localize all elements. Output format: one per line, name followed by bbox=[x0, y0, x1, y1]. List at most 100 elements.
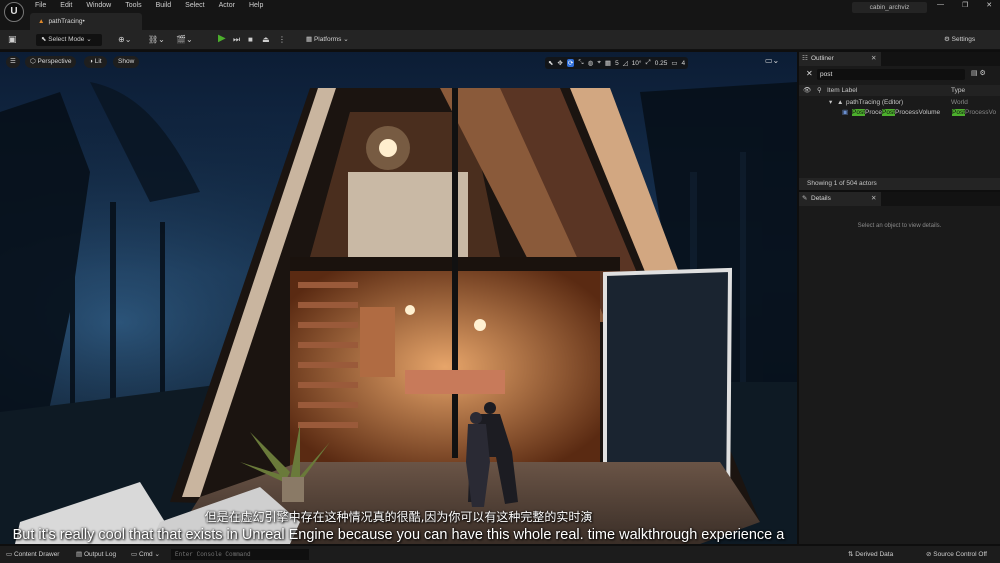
tab-label: pathTracing• bbox=[48, 18, 85, 25]
stop-icon[interactable]: ■ bbox=[248, 34, 253, 46]
minimize-button[interactable]: — bbox=[937, 1, 944, 9]
outliner-panel: ☷ Outliner ✕ ✕ ▤ ⚙ 👁 ⚲ Item Label Type ▾… bbox=[799, 52, 1000, 190]
platforms-label: Platforms bbox=[313, 36, 342, 43]
select-mode-dropdown[interactable]: ⬉ Select Mode ⌄ bbox=[36, 34, 102, 46]
transform-tools: ⬉ ✥ ⟳ ⤡ ◍ ⌖ ▦ 5 ◿ 10° ⤢ 0.25 ▭ 4 bbox=[545, 57, 689, 69]
select-tool-icon[interactable]: ⬉ bbox=[548, 59, 553, 67]
world-local-icon[interactable]: ◍ bbox=[588, 59, 594, 67]
project-name: cabin_archviz bbox=[852, 2, 927, 13]
close-icon[interactable]: ✕ bbox=[871, 52, 876, 66]
level-icon: ▲ bbox=[38, 18, 45, 25]
play-icon[interactable]: ▶ bbox=[218, 33, 226, 44]
details-title: Details bbox=[811, 195, 831, 202]
more-options-icon[interactable]: ⋮ bbox=[278, 34, 286, 46]
viewport-menu-icon[interactable]: ☰ bbox=[6, 56, 20, 68]
chevron-down-icon: ⌄ bbox=[84, 36, 92, 43]
main-toolbar: ▣ ⬉ Select Mode ⌄ ⊕⌄ ⛓⌄ 🎬⌄ ▶ ⏭ ■ ⏏ ⋮ ▦ P… bbox=[0, 30, 1000, 50]
content-drawer-label: Content Drawer bbox=[13, 551, 60, 558]
level-viewport[interactable]: ☰ ⬡ Perspective ◑ Lit Show ⬉ ✥ ⟳ ⤡ ◍ ⌖ ▦… bbox=[0, 52, 797, 544]
tab-details[interactable]: ✎ Details ✕ bbox=[799, 192, 881, 206]
expand-arrow-icon[interactable]: ▾ bbox=[829, 98, 832, 108]
save-icon[interactable]: ▣ bbox=[8, 34, 19, 45]
content-drawer-icon: ▭ bbox=[6, 551, 14, 558]
document-tab-bar: ▲ pathTracing• bbox=[0, 13, 1000, 30]
video-subtitle: 但是在虚幻引擎中存在这种情况真的很酷,因为你可以有这种完整的实时演 But it… bbox=[0, 510, 797, 544]
settings-label: Settings bbox=[951, 36, 976, 43]
lit-button[interactable]: ◑ Lit bbox=[84, 56, 107, 68]
outliner-title: Outliner bbox=[811, 55, 834, 62]
outliner-row-world[interactable]: ▾ ▲ pathTracing (Editor) World bbox=[799, 98, 1000, 108]
camera-speed-icon[interactable]: ▭ bbox=[671, 59, 677, 67]
menu-bar: U File Edit Window Tools Build Select Ac… bbox=[0, 0, 1000, 22]
menu-select[interactable]: Select bbox=[185, 2, 204, 9]
rotate-tool-icon[interactable]: ⟳ bbox=[566, 59, 575, 67]
clear-search-icon[interactable]: ✕ bbox=[806, 69, 813, 78]
col-type[interactable]: Type bbox=[951, 85, 965, 96]
close-icon[interactable]: ✕ bbox=[871, 192, 876, 206]
step-icon[interactable]: ⏭ bbox=[233, 34, 240, 46]
outliner-status: Showing 1 of 504 actors bbox=[799, 178, 1000, 190]
tab-outliner[interactable]: ☷ Outliner ✕ bbox=[799, 52, 881, 66]
viewport-layout-icon[interactable]: ▭⌄ bbox=[765, 56, 785, 68]
lit-label: Lit bbox=[94, 58, 102, 65]
details-tab-bar: ✎ Details ✕ bbox=[799, 192, 1000, 206]
visibility-eye-icon[interactable]: 👁 bbox=[803, 85, 811, 96]
add-actor-icon[interactable]: ⊕⌄ bbox=[118, 34, 131, 46]
details-empty-text: Select an object to view details. bbox=[857, 223, 942, 229]
derived-data-button[interactable]: ⇅ Derived Data bbox=[848, 549, 893, 560]
menu-edit[interactable]: Edit bbox=[60, 2, 72, 9]
type-segment: ProcessVo bbox=[965, 109, 997, 116]
col-item-label[interactable]: Item Label bbox=[827, 85, 857, 96]
pin-icon[interactable]: ⚲ bbox=[817, 85, 822, 96]
menu-file[interactable]: File bbox=[35, 2, 46, 9]
row-label: PostProcePostProcessVolume bbox=[852, 108, 940, 118]
outliner-search-input[interactable] bbox=[817, 69, 965, 80]
details-icon: ✎ bbox=[802, 195, 808, 202]
menu-actor[interactable]: Actor bbox=[219, 2, 235, 9]
menu-window[interactable]: Window bbox=[86, 2, 111, 9]
label-segment: ProcessVolume bbox=[895, 109, 941, 116]
grid-snap-value[interactable]: 5 bbox=[615, 60, 619, 67]
menu-build[interactable]: Build bbox=[156, 2, 172, 9]
rotation-snap-value[interactable]: 10° bbox=[632, 60, 642, 67]
scale-tool-icon[interactable]: ⤡ bbox=[578, 59, 583, 67]
viewport-toolbar: ☰ ⬡ Perspective ◑ Lit Show ⬉ ✥ ⟳ ⤡ ◍ ⌖ ▦… bbox=[0, 56, 797, 70]
menu-tools[interactable]: Tools bbox=[125, 2, 141, 9]
settings-button[interactable]: ⚙ Settings bbox=[944, 34, 975, 46]
row-type: World bbox=[951, 99, 968, 106]
outliner-row-postprocess[interactable]: ▣ PostProcePostProcessVolume PostProcess… bbox=[799, 108, 1000, 118]
output-log-icon: ▤ bbox=[76, 551, 84, 558]
blueprint-icon[interactable]: ⛓⌄ bbox=[148, 34, 165, 46]
rotation-snap-icon[interactable]: ◿ bbox=[623, 59, 628, 67]
outliner-search-row: ✕ ▤ ⚙ bbox=[799, 68, 1000, 82]
platforms-dropdown[interactable]: ▦ Platforms ⌄ bbox=[306, 34, 349, 46]
cinematics-icon[interactable]: 🎬⌄ bbox=[176, 34, 193, 46]
close-window-button[interactable]: ✕ bbox=[986, 1, 992, 9]
cmd-icon: ▭ bbox=[131, 551, 139, 558]
move-tool-icon[interactable]: ✥ bbox=[557, 59, 562, 67]
search-highlight: Post bbox=[882, 109, 896, 116]
show-button[interactable]: Show bbox=[113, 56, 140, 68]
volume-icon: ▣ bbox=[842, 109, 849, 116]
platforms-icon: ▦ bbox=[306, 36, 314, 43]
surface-snap-icon[interactable]: ⌖ bbox=[597, 59, 601, 67]
add-folder-icon[interactable]: ▤ ⚙ bbox=[971, 69, 986, 77]
menu-help[interactable]: Help bbox=[249, 2, 263, 9]
grid-snap-icon[interactable]: ▦ bbox=[605, 59, 611, 67]
console-command-input[interactable] bbox=[171, 549, 309, 560]
derived-data-label: Derived Data bbox=[855, 551, 894, 558]
gear-icon: ⚙ bbox=[944, 36, 952, 43]
content-drawer-button[interactable]: ▭ Content Drawer bbox=[6, 549, 59, 560]
scale-snap-value[interactable]: 0.25 bbox=[655, 60, 668, 67]
eject-icon[interactable]: ⏏ bbox=[262, 34, 270, 46]
outliner-column-header: 👁 ⚲ Item Label Type bbox=[799, 85, 1000, 96]
unreal-logo-icon[interactable]: U bbox=[4, 2, 24, 22]
scale-snap-icon[interactable]: ⤢ bbox=[646, 59, 651, 67]
source-control-button[interactable]: ⊘ Source Control Off bbox=[926, 549, 987, 560]
output-log-button[interactable]: ▤ Output Log bbox=[76, 549, 116, 560]
perspective-button[interactable]: ⬡ Perspective bbox=[25, 56, 77, 68]
camera-speed-value[interactable]: 4 bbox=[682, 60, 686, 67]
cmd-dropdown[interactable]: ▭ Cmd ⌄ bbox=[131, 549, 160, 560]
tab-pathtracing[interactable]: ▲ pathTracing• bbox=[30, 13, 142, 30]
maximize-button[interactable]: ❐ bbox=[962, 1, 968, 9]
